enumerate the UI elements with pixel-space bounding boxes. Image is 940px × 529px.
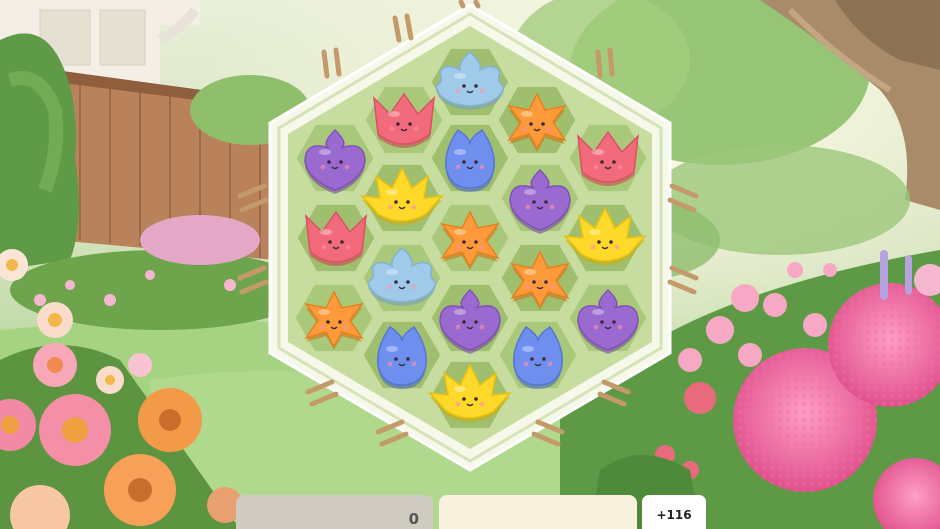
water-counter-panel[interactable]: 0 — [236, 495, 433, 529]
game-scene — [0, 0, 940, 529]
score-panel: +116 — [642, 495, 706, 529]
water-count: 0 — [408, 510, 419, 528]
score-text: +116 — [656, 508, 692, 522]
seed-panel[interactable] — [439, 495, 637, 529]
